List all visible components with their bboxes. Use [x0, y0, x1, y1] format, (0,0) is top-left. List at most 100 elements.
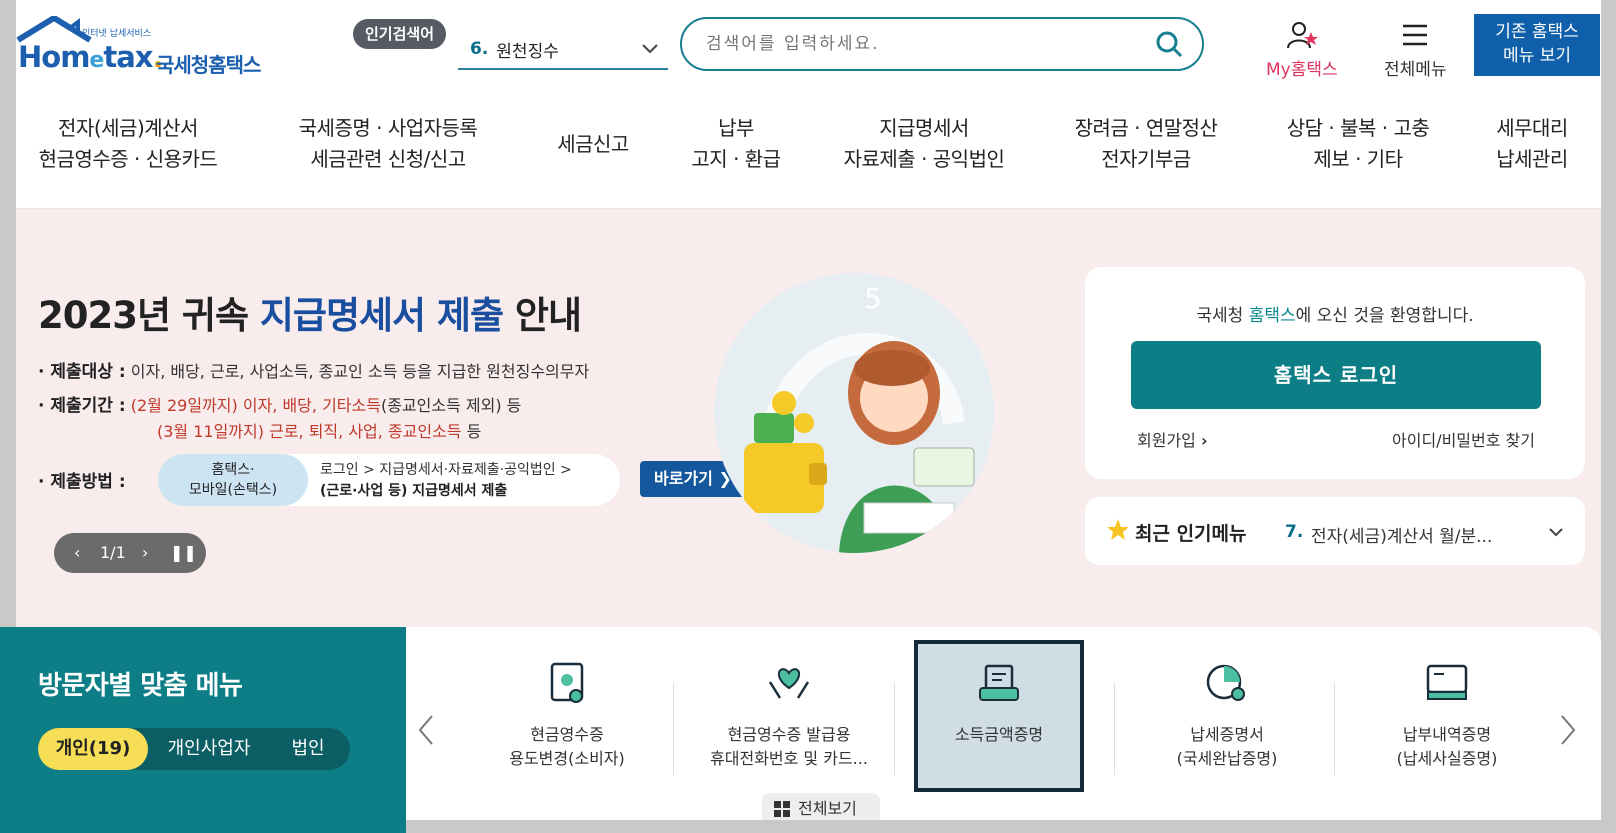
all-menu-button[interactable]: 전체메뉴 [1384, 20, 1447, 80]
old-menu-line1: 기존 홈택스 [1495, 22, 1579, 42]
nav-consult[interactable]: 상담 · 불복 · 고충제보 · 기타 [1270, 113, 1446, 175]
login-button[interactable]: 홈택스 로그인 [1131, 341, 1541, 409]
grid-icon [774, 801, 790, 817]
tab-individual[interactable]: 개인(19) [38, 728, 148, 770]
join-link[interactable]: 회원가입 › [1137, 427, 1208, 451]
slide-counter: 1/1 [100, 543, 126, 562]
nav-certificate[interactable]: 국세증명 · 사업자등록세금관련 신청/신고 [278, 113, 498, 175]
banner-pager: ‹ 1/1 › ❚❚ [54, 533, 206, 573]
nav-line2: 세금관련 신청/신고 [310, 147, 466, 171]
chevron-down-icon [1549, 528, 1563, 537]
nav-line1: 장려금 · 연말정산 [1074, 116, 1218, 140]
old-menu-button[interactable]: 기존 홈택스 메뉴 보기 [1474, 14, 1600, 76]
recent-label: 최근 인기메뉴 [1135, 523, 1247, 545]
nav-line1: 세무대리 [1496, 116, 1568, 140]
divider [894, 683, 895, 775]
chevron-down-icon [642, 44, 658, 54]
banner-illustration: 5 [714, 273, 994, 553]
banner-method-label: · 제출방법 : [38, 472, 126, 492]
star-icon [1107, 519, 1129, 540]
window-edge [1601, 0, 1616, 833]
tab-corporation[interactable]: 법인 [270, 728, 346, 770]
next-slide-icon[interactable]: › [142, 533, 148, 573]
service-cash-receipt-phone[interactable]: 현금영수증 발급용 휴대전화번호 및 카드... [684, 640, 894, 790]
service-line1: 현금영수증 [530, 725, 604, 744]
all-menu-label: 전체메뉴 [1384, 60, 1447, 80]
woman-wallet-illustration-icon: 5 [744, 282, 975, 553]
nav-line1: 세금신고 [557, 132, 629, 156]
nav-line1: 상담 · 불복 · 고충 [1286, 116, 1430, 140]
tab-sole-proprietor[interactable]: 개인사업자 [154, 728, 264, 770]
all-view-button[interactable]: 전체보기 [762, 793, 880, 820]
nav-line2: 전자기부금 [1101, 147, 1191, 171]
popular-rank: 6. [470, 39, 489, 59]
service-line1: 현금영수증 발급용 [727, 725, 851, 744]
search-input[interactable] [704, 33, 1138, 55]
site-header: 인터넷 납세서비스 Hometax. 국세청홈택스 인기검색어 6. 원천징수 … [16, 0, 1601, 209]
nav-tax-report[interactable]: 세금신고 [538, 129, 648, 160]
nav-payment-statement[interactable]: 지급명세서자료제출 · 공익법인 [832, 113, 1016, 175]
find-id-link[interactable]: 아이디/비밀번호 찾기 [1392, 427, 1535, 451]
nav-line1: 전자(세금)계산서 [58, 116, 198, 140]
welcome-text: 국세청 홈택스에 오신 것을 환영합니다. [1196, 306, 1474, 326]
service-line1: 납세증명서 [1190, 725, 1264, 744]
main-nav: 전자(세금)계산서 현금영수증 · 신용카드 국세증명 · 사업자등록세금관련 신… [16, 113, 1601, 183]
nav-tax-agent[interactable]: 세무대리납세관리 [1482, 113, 1582, 175]
popular-search-select[interactable]: 6. 원천징수 [458, 30, 668, 70]
banner-title: 2023년 귀속 지급명세서 제출 안내 [38, 294, 582, 337]
divider [1114, 683, 1115, 775]
service-line2: 용도변경(소비자) [509, 749, 625, 768]
search-box [680, 17, 1204, 71]
service-line2: (납세사실증명) [1396, 749, 1498, 768]
logo-text: Hometax. [18, 40, 164, 74]
receipt-icon [550, 662, 584, 703]
banner-period: · 제출기간 : (2월 29일까지) 이자, 배당, 기타소득(종교인소득 제… [38, 396, 522, 416]
hometax-logo[interactable]: 인터넷 납세서비스 Hometax. 국세청홈택스 [16, 16, 284, 80]
nav-e-invoice[interactable]: 전자(세금)계산서 현금영수증 · 신용카드 [30, 113, 226, 175]
my-hometax-button[interactable]: My홈택스 [1266, 20, 1338, 80]
recent-rank: 7. [1285, 522, 1304, 542]
pause-icon[interactable]: ❚❚ [170, 533, 197, 573]
svg-text:5: 5 [864, 282, 882, 315]
old-menu-line2: 메뉴 보기 [1503, 46, 1571, 66]
service-payment-history[interactable]: 납부내역증명 (납세사실증명) [1342, 640, 1552, 790]
nav-line2: 고지 · 환급 [691, 147, 781, 171]
document-tray-icon [979, 664, 1019, 701]
recent-value: 전자(세금)계산서 월/분... [1311, 527, 1493, 547]
nav-line2: 자료제출 · 공익법인 [843, 147, 1005, 171]
pie-check-icon [1206, 664, 1245, 701]
service-tax-payment-certificate[interactable]: 납세증명서 (국세완납증명) [1122, 640, 1332, 790]
banner-period2: (3월 11일까지) 근로, 퇴직, 사업, 종교인소득 등 [157, 422, 482, 441]
divider [673, 683, 674, 775]
service-cash-receipt-change[interactable]: 현금영수증 용도변경(소비자) [462, 640, 672, 790]
nav-line1: 납부 [718, 116, 754, 140]
popular-term: 원천징수 [496, 41, 559, 62]
my-hometax-label: My홈택스 [1266, 60, 1338, 80]
nav-payment[interactable]: 납부고지 · 환급 [676, 113, 796, 175]
nav-line1: 국세증명 · 사업자등록 [298, 116, 478, 140]
banner-method-pill: 홈택스· 모바일(손택스) 로그인 > 지급명세서·자료제출·공익법인 > (근로·… [158, 454, 620, 506]
all-view-label: 전체보기 [798, 799, 857, 818]
logo-korean: 국세청홈택스 [156, 53, 261, 77]
visitor-tabs: 개인(19) 개인사업자 법인 [38, 728, 350, 770]
service-income-certificate[interactable]: 소득금액증명 [914, 640, 1084, 792]
banner-target: · 제출대상 : 이자, 배당, 근로, 사업소득, 종교인 소득 등을 지급한… [38, 362, 590, 382]
hands-heart-icon [768, 668, 810, 699]
login-card: 국세청 홈택스에 오신 것을 환영합니다. 홈택스 로그인 회원가입 › 아이디… [1085, 267, 1585, 479]
logo-subtitle: 인터넷 납세서비스 [82, 29, 152, 39]
service-line2: 휴대전화번호 및 카드... [710, 749, 868, 768]
next-arrow-icon[interactable] [1556, 712, 1580, 752]
nav-line1: 지급명세서 [879, 116, 969, 140]
nav-line2: 제보 · 기타 [1313, 147, 1403, 171]
service-line1: 납부내역증명 [1402, 725, 1492, 744]
recent-popular-menu[interactable]: 최근 인기메뉴 7. 전자(세금)계산서 월/분... [1085, 497, 1585, 565]
service-line2: (국세완납증명) [1176, 749, 1278, 768]
divider [1334, 683, 1335, 775]
prev-arrow-icon[interactable] [414, 712, 438, 752]
nav-line2: 납세관리 [1496, 147, 1568, 171]
nav-incentive[interactable]: 장려금 · 연말정산전자기부금 [1056, 113, 1236, 175]
prev-slide-icon[interactable]: ‹ [74, 533, 80, 573]
hamburger-icon [1403, 24, 1428, 46]
search-icon[interactable] [1154, 29, 1184, 59]
popular-search-badge: 인기검색어 [353, 19, 447, 49]
